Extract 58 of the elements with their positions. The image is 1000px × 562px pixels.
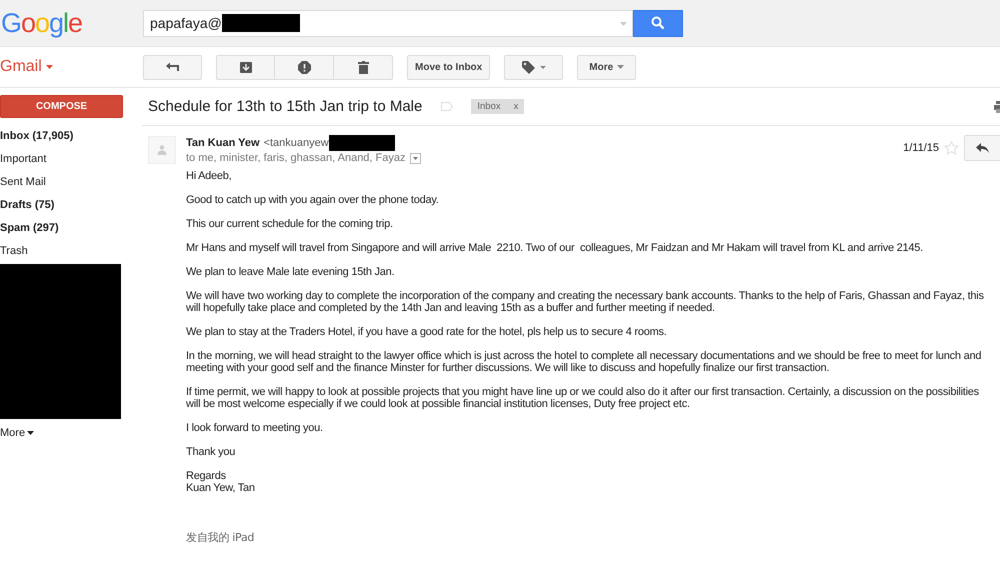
label-chip[interactable]: Inbox x: [471, 99, 524, 114]
delete-button[interactable]: [334, 54, 393, 80]
details-dropdown-icon[interactable]: [410, 152, 420, 164]
trash-icon: [358, 60, 368, 74]
reply-button[interactable]: [964, 135, 1000, 161]
move-to-inbox-button[interactable]: Move to Inbox: [407, 54, 490, 80]
body-text-line: will hopefully take place and completed by the 14th Jan and leaving 15th as a buffer and further meeting if needed.: [186, 302, 716, 314]
report-spam-button[interactable]: [275, 54, 334, 80]
redaction-block: [328, 135, 395, 151]
body-text-line: I look forward to meeting you.: [186, 422, 324, 434]
body-text-line: Thank you: [186, 446, 236, 458]
email-signature: 发自我的 iPad: [186, 530, 254, 545]
compose-button[interactable]: COMPOSE: [0, 95, 123, 118]
gmail-menu[interactable]: Gmail: [0, 58, 53, 76]
body-text-line: meeting with your good self and the finance Minster for further discussions. We will like to discuss and hopefully finalize our first transaction.: [186, 362, 830, 374]
body-text-line: Hi Adeeb,: [186, 170, 232, 182]
back-button[interactable]: [143, 54, 202, 80]
body-text-line: Good to catch up with you again over the phone today.: [186, 194, 440, 206]
reply-arrow-icon: [976, 143, 989, 153]
labels-button[interactable]: [504, 54, 564, 80]
body-text-line: In the morning, we will head straight to the lawyer office which is just across the hotel to complete all necessary documentations and we should be free to meet for lunch and: [186, 350, 982, 362]
star-icon[interactable]: [944, 141, 959, 155]
caret-icon: [27, 431, 34, 435]
body-text-line: This our current schedule for the coming trip.: [186, 218, 394, 230]
message-date: 1/11/15: [903, 142, 939, 154]
email-subject: Schedule for 13th to 15th Jan trip to Male: [148, 98, 422, 115]
body-text-line: will be most welcome especially if we could look at possible financial institution licenses, Duty free project etc.: [186, 398, 691, 410]
folder-link[interactable]: Trash: [0, 240, 142, 263]
person-silhouette-icon: [157, 145, 167, 155]
more-button[interactable]: More: [577, 54, 636, 80]
body-text-line: We plan to leave Male late evening 15th Jan.: [186, 266, 396, 278]
body-text-line: Mr Hans and myself will travel from Singapore and will arrive Male 2210. Two of our colleagues, Mr Faidzan and Mr Hakam will travel from KL and arrive 2145.: [186, 242, 924, 254]
search-icon: [651, 16, 665, 30]
warning-icon: [298, 60, 310, 74]
folder-link[interactable]: Inbox (17,905): [0, 125, 142, 148]
archive-icon: [240, 61, 252, 73]
body-text-line: If time permit, we will happy to look at possible projects that you might have line up or we could also do it after our first transaction. Certainly, a discussion on the possibilities: [186, 386, 980, 398]
folder-link[interactable]: Drafts (75): [0, 194, 142, 217]
archive-button[interactable]: [216, 54, 275, 80]
back-arrow-icon: [166, 62, 180, 72]
caret-icon: [617, 65, 624, 69]
importance-marker-icon[interactable]: [441, 102, 454, 111]
search-field[interactable]: papafaya@: [143, 10, 633, 36]
remove-label-button[interactable]: x: [514, 101, 518, 112]
folder-link[interactable]: Sent Mail: [0, 171, 142, 194]
body-text-line: We will have two working day to complete the incorporation of the company and creating the necessary bank accounts. Thanks to the help of Faris, Ghassan and Fayaz, this: [186, 290, 985, 302]
folder-link[interactable]: Spam (297): [0, 217, 142, 240]
search-button[interactable]: [633, 10, 683, 36]
sender-address: <tankuanyew: [264, 137, 329, 149]
sender-name: Tan Kuan Yew: [186, 137, 260, 149]
body-text-line: We plan to stay at the Traders Hotel, if you have a good rate for the hotel, pls help us to secure 4 rooms.: [186, 326, 668, 338]
recipients-list: to me, minister, faris, ghassan, Anand, Fayaz: [186, 152, 406, 164]
body-text-line: Regards: [186, 470, 227, 482]
caret-icon: [46, 65, 53, 69]
tag-icon: [522, 60, 546, 74]
folder-link[interactable]: Important: [0, 148, 142, 171]
more-link[interactable]: More: [0, 427, 34, 439]
body-text-line: Kuan Yew, Tan: [186, 482, 256, 494]
